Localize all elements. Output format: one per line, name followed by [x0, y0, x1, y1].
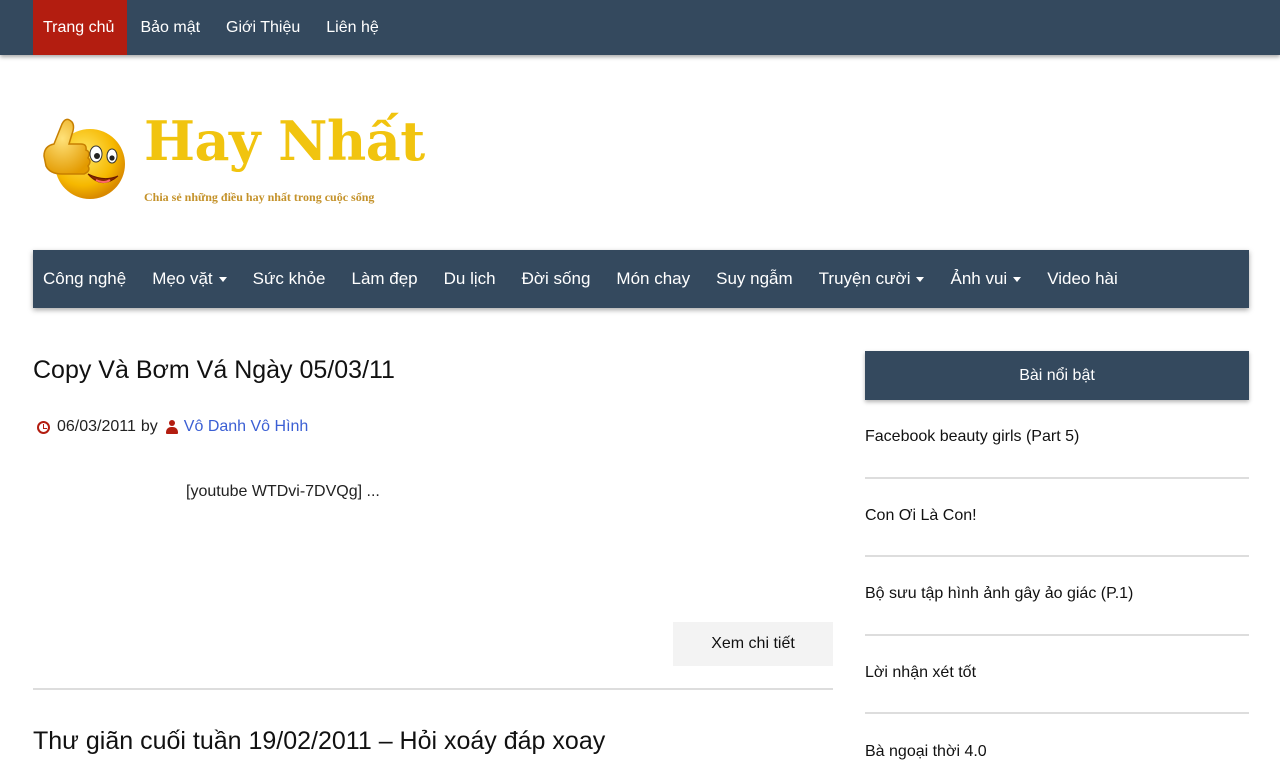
post-by-label: by: [140, 418, 158, 435]
nav-item-label: Mẹo vặt: [152, 269, 213, 288]
featured-post-link[interactable]: Bà ngoại thời 4.0: [865, 743, 987, 761]
featured-post-link[interactable]: Bộ sưu tập hình ảnh gây ảo giác (P.1): [865, 585, 1133, 603]
logo-title: Hay Nhất: [144, 109, 425, 173]
nav-item-life[interactable]: Đời sống: [522, 269, 591, 289]
clock-icon: [37, 420, 50, 434]
featured-posts-list: Facebook beauty girls (Part 5) Con Ơi Là…: [865, 400, 1249, 768]
nav-item-jokes[interactable]: Truyện cười: [819, 269, 925, 289]
caret-down-icon: [1013, 276, 1022, 282]
featured-post-link[interactable]: Facebook beauty girls (Part 5): [865, 428, 1079, 446]
list-item[interactable]: Bà ngoại thời 4.0: [865, 714, 1249, 768]
nav-item-label: Du lịch: [443, 269, 496, 288]
top-menu: Trang chủ Bảo mật Giới Thiệu Liên hệ: [33, 0, 395, 55]
top-menu-bar: Trang chủ Bảo mật Giới Thiệu Liên hệ: [0, 0, 1280, 55]
nav-item-label: Suy ngẫm: [716, 269, 793, 288]
nav-item-technology[interactable]: Công nghệ: [43, 269, 126, 289]
logo-tagline: Chia sẻ những điều hay nhất trong cuộc s…: [144, 190, 375, 204]
list-item[interactable]: Con Ơi Là Con!: [865, 479, 1249, 557]
post-title[interactable]: Copy Và Bơm Vá Ngày 05/03/11: [33, 356, 395, 385]
nav-item-funny-videos[interactable]: Video hài: [1047, 269, 1118, 289]
post-divider: [33, 688, 833, 690]
nav-item-label: Sức khỏe: [252, 269, 326, 288]
top-menu-item-security[interactable]: Bảo mật: [130, 0, 213, 55]
nav-item-label: Công nghệ: [43, 269, 127, 288]
nav-item-label: Video hài: [1047, 269, 1118, 288]
featured-widget-title: Bài nổi bật: [865, 351, 1249, 400]
post-meta: 06/03/2011 by Vô Danh Vô Hình: [37, 418, 308, 436]
caret-down-icon: [916, 276, 925, 282]
list-item[interactable]: Bộ sưu tập hình ảnh gây ảo giác (P.1): [865, 557, 1249, 636]
user-icon: [165, 420, 178, 434]
nav-item-beauty[interactable]: Làm đẹp: [351, 269, 417, 289]
nav-item-funny-images[interactable]: Ảnh vui: [950, 269, 1022, 289]
list-item[interactable]: Lời nhận xét tốt: [865, 636, 1249, 714]
featured-post-link[interactable]: Lời nhận xét tốt: [865, 664, 976, 682]
nav-item-label: Món chay: [616, 269, 691, 288]
nav-item-health[interactable]: Sức khỏe: [253, 269, 326, 289]
nav-item-vegetarian[interactable]: Món chay: [616, 269, 690, 289]
post-title[interactable]: Thư giãn cuối tuần 19/02/2011 – Hỏi xoáy…: [33, 727, 605, 756]
thumbs-up-smiley-icon: [43, 118, 125, 199]
top-menu-item-about[interactable]: Giới Thiệu: [216, 0, 313, 55]
nav-item-travel[interactable]: Du lịch: [444, 269, 496, 289]
featured-post-link[interactable]: Con Ơi Là Con!: [865, 507, 977, 525]
post-excerpt: [youtube WTDvi-7DVQg] ...: [186, 483, 380, 500]
list-item[interactable]: Facebook beauty girls (Part 5): [865, 400, 1249, 479]
nav-item-label: Truyện cười: [818, 269, 911, 288]
caret-down-icon: [218, 276, 227, 282]
top-menu-item-home[interactable]: Trang chủ: [33, 0, 128, 55]
nav-item-label: Ảnh vui: [950, 269, 1008, 288]
site-logo[interactable]: Hay Nhất Chia sẻ những điều hay nhất tro…: [38, 108, 438, 213]
post-date: 06/03/2011: [57, 418, 136, 435]
nav-item-tips[interactable]: Mẹo vặt: [152, 269, 227, 289]
nav-item-reflection[interactable]: Suy ngẫm: [716, 269, 793, 289]
category-nav: Công nghệ Mẹo vặt Sức khỏe Làm đẹp Du lị…: [33, 250, 1249, 308]
read-more-button[interactable]: Xem chi tiết: [673, 622, 833, 666]
top-menu-item-contact[interactable]: Liên hệ: [316, 0, 392, 55]
nav-item-label: Đời sống: [521, 269, 591, 288]
post-author-link[interactable]: Vô Danh Vô Hình: [184, 418, 309, 436]
nav-item-label: Làm đẹp: [351, 269, 418, 288]
